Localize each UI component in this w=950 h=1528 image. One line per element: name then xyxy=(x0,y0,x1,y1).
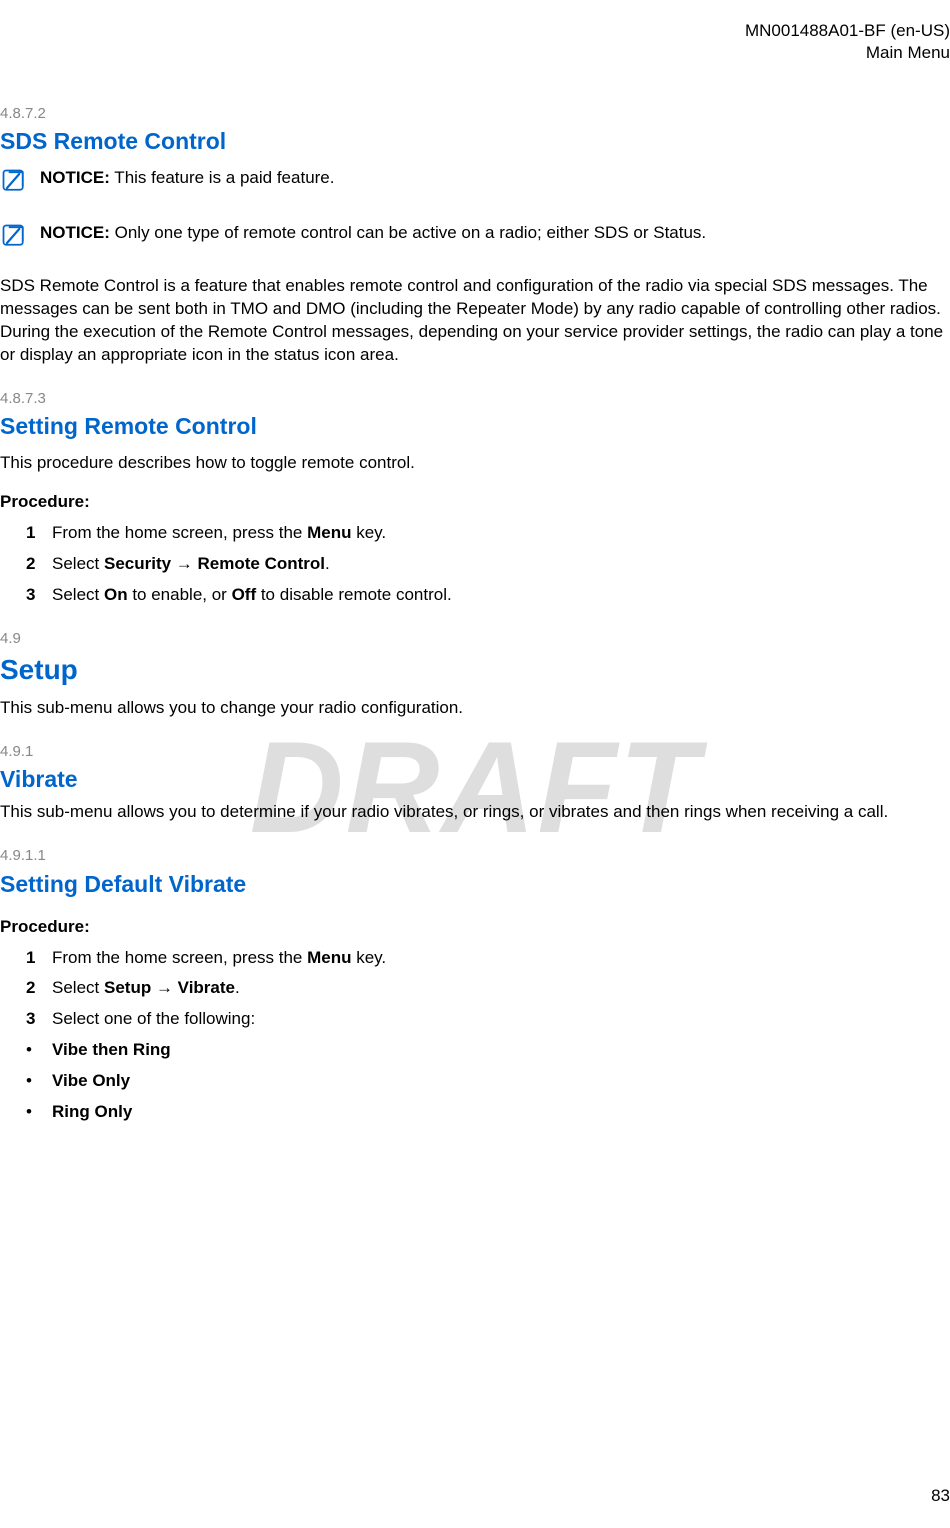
notice-text: NOTICE: Only one type of remote control … xyxy=(40,220,950,245)
notice-text: NOTICE: This feature is a paid feature. xyxy=(40,165,950,190)
section-vibrate: 4.9.1 Vibrate This sub-menu allows you t… xyxy=(0,742,950,824)
bullet-text: Ring Only xyxy=(52,1101,950,1124)
step-number: 3 xyxy=(26,1008,52,1031)
bullet-icon: • xyxy=(26,1039,52,1062)
body-paragraph: This sub-menu allows you to determine if… xyxy=(0,801,950,824)
bullet-list: • Vibe then Ring • Vibe Only • Ring Only xyxy=(26,1039,950,1124)
list-item: 3 Select On to enable, or Off to disable… xyxy=(26,584,950,607)
notice-body: This feature is a paid feature. xyxy=(110,168,335,187)
list-item: • Vibe then Ring xyxy=(26,1039,950,1062)
notice-icon xyxy=(0,222,28,250)
list-item: • Vibe Only xyxy=(26,1070,950,1093)
notice-label: NOTICE: xyxy=(40,168,110,187)
section-number: 4.9.1 xyxy=(0,742,950,762)
notice-body: Only one type of remote control can be a… xyxy=(110,223,706,242)
list-item: • Ring Only xyxy=(26,1101,950,1124)
step-text: From the home screen, press the Menu key… xyxy=(52,947,950,970)
step-text: From the home screen, press the Menu key… xyxy=(52,522,950,545)
procedure-label: Procedure: xyxy=(0,491,950,514)
bullet-text: Vibe then Ring xyxy=(52,1039,950,1062)
step-number: 1 xyxy=(26,522,52,545)
section-sds-remote-control: 4.8.7.2 SDS Remote Control NOTICE: This … xyxy=(0,104,950,367)
bullet-icon: • xyxy=(26,1101,52,1124)
section-title: SDS Remote Control xyxy=(0,126,950,157)
section-title: Setup xyxy=(0,651,950,689)
section-number: 4.8.7.3 xyxy=(0,389,950,409)
section-title: Setting Default Vibrate xyxy=(0,869,950,900)
step-text: Select On to enable, or Off to disable r… xyxy=(52,584,950,607)
page-number: 83 xyxy=(931,1485,950,1508)
section-number: 4.8.7.2 xyxy=(0,104,950,124)
step-text: Select Security → Remote Control. xyxy=(52,553,950,576)
section-title: Setting Remote Control xyxy=(0,411,950,442)
notice-icon xyxy=(0,167,28,195)
section-number: 4.9 xyxy=(0,629,950,649)
list-item: 2 Select Security → Remote Control. xyxy=(26,553,950,576)
body-paragraph: This sub-menu allows you to change your … xyxy=(0,697,950,720)
step-text: Select one of the following: xyxy=(52,1008,950,1031)
page-header: MN001488A01-BF (en-US) Main Menu xyxy=(0,20,950,64)
step-number: 3 xyxy=(26,584,52,607)
doc-section: Main Menu xyxy=(0,42,950,64)
body-paragraph: SDS Remote Control is a feature that ena… xyxy=(0,275,950,367)
notice-block: NOTICE: This feature is a paid feature. xyxy=(0,165,950,202)
step-number: 2 xyxy=(26,553,52,576)
ordered-list: 1 From the home screen, press the Menu k… xyxy=(26,522,950,607)
section-setup: 4.9 Setup This sub-menu allows you to ch… xyxy=(0,629,950,720)
intro-paragraph: This procedure describes how to toggle r… xyxy=(0,452,950,475)
section-number: 4.9.1.1 xyxy=(0,846,950,866)
notice-label: NOTICE: xyxy=(40,223,110,242)
bullet-icon: • xyxy=(26,1070,52,1093)
section-title: Vibrate xyxy=(0,764,950,795)
list-item: 3 Select one of the following: xyxy=(26,1008,950,1031)
section-setting-default-vibrate: 4.9.1.1 Setting Default Vibrate Procedur… xyxy=(0,846,950,1124)
list-item: 1 From the home screen, press the Menu k… xyxy=(26,947,950,970)
section-setting-remote-control: 4.8.7.3 Setting Remote Control This proc… xyxy=(0,389,950,607)
ordered-list: 1 From the home screen, press the Menu k… xyxy=(26,947,950,1032)
step-text: Select Setup → Vibrate. xyxy=(52,977,950,1000)
step-number: 2 xyxy=(26,977,52,1000)
step-number: 1 xyxy=(26,947,52,970)
procedure-label: Procedure: xyxy=(0,916,950,939)
list-item: 1 From the home screen, press the Menu k… xyxy=(26,522,950,545)
bullet-text: Vibe Only xyxy=(52,1070,950,1093)
list-item: 2 Select Setup → Vibrate. xyxy=(26,977,950,1000)
notice-block: NOTICE: Only one type of remote control … xyxy=(0,220,950,257)
doc-id: MN001488A01-BF (en-US) xyxy=(0,20,950,42)
